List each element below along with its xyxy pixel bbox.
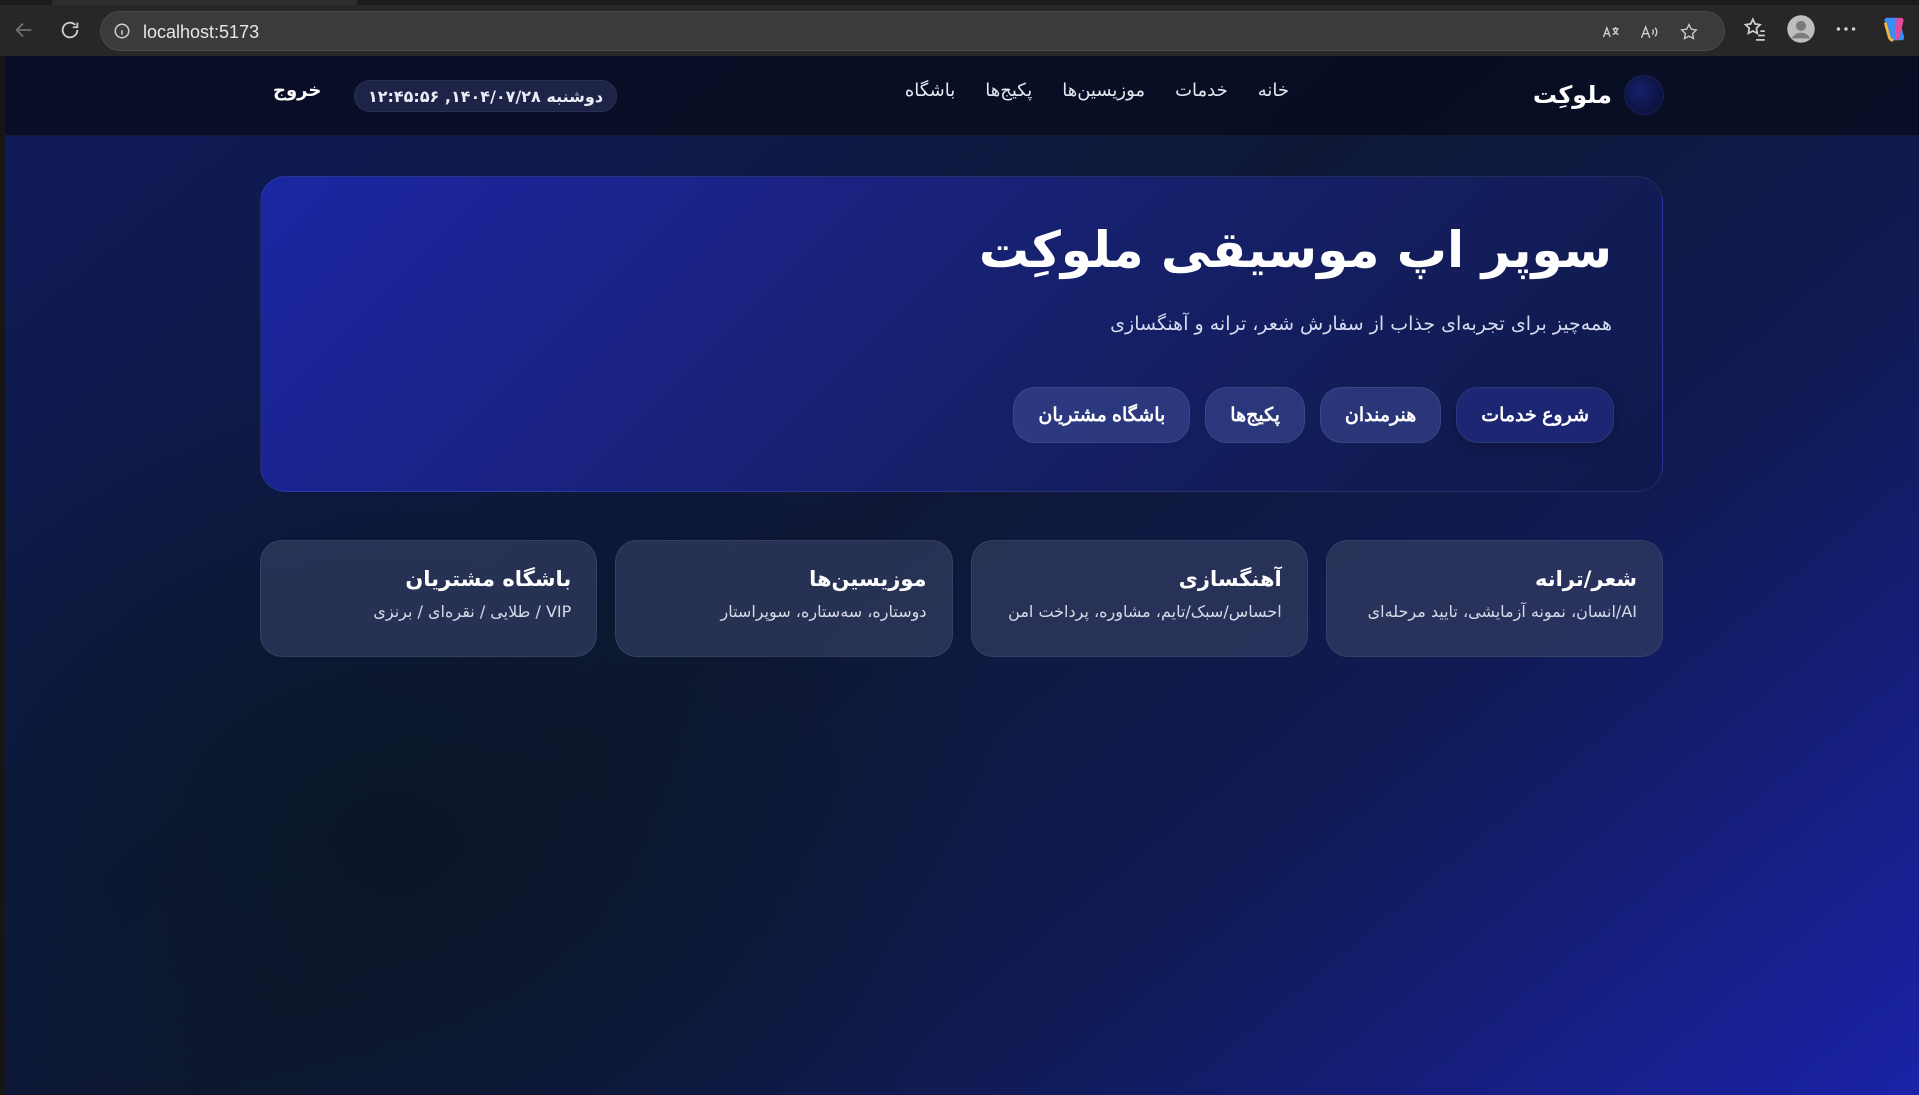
hero-banner: سوپر اپ موسیقی ملوکِت همه‌چیز برای تجربه…	[260, 176, 1663, 492]
browser-toolbar: localhost:5173	[0, 0, 1919, 56]
card-description: دوستاره، سه‌ستاره، سوپراستار	[720, 602, 927, 621]
card-description: احساس/سبک/تایم، مشاوره، پرداخت امن	[1008, 602, 1282, 621]
packages-button[interactable]: پکیج‌ها	[1205, 387, 1305, 443]
active-tab[interactable]	[52, 0, 357, 5]
logout-link[interactable]: خروج	[273, 80, 321, 101]
datetime-badge: دوشنبه ۱۴۰۴/۰۷/۲۸, ۱۲:۴۵:۵۶	[354, 80, 617, 112]
refresh-button[interactable]	[54, 14, 86, 46]
nav-link-club[interactable]: باشگاه	[905, 80, 955, 101]
start-services-button[interactable]: شروع خدمات	[1456, 387, 1614, 443]
favorites-icon[interactable]	[1742, 16, 1768, 42]
site-info-icon[interactable]	[113, 22, 131, 40]
back-arrow-icon	[15, 22, 32, 38]
hero-title: سوپر اپ موسیقی ملوکِت	[978, 221, 1612, 279]
nav-link-services[interactable]: خدمات	[1175, 80, 1228, 101]
nav-link-musicians[interactable]: موزیسین‌ها	[1062, 80, 1145, 101]
tab-strip	[0, 0, 1919, 5]
card-title: موزیسین‌ها	[809, 567, 927, 591]
hero-subtitle: همه‌چیز برای تجربه‌ای جذاب از سفارش شعر،…	[1110, 313, 1612, 335]
copilot-icon[interactable]	[1879, 14, 1909, 44]
artists-button[interactable]: هنرمندان	[1319, 387, 1442, 443]
nav-link-packages[interactable]: پکیج‌ها	[985, 80, 1032, 101]
feature-cards: شعر/ترانه AI/انسان، نمونه آزمایشی، تایید…	[260, 540, 1663, 657]
main-nav: خانه خدمات موزیسین‌ها پکیج‌ها باشگاه	[905, 80, 1289, 101]
hero-actions: شروع خدمات هنرمندان پکیج‌ها باشگاه مشتری…	[1013, 387, 1614, 443]
card-description: AI/انسان، نمونه آزمایشی، تایید مرحله‌ای	[1367, 602, 1637, 621]
url-text[interactable]: localhost:5173	[143, 22, 259, 43]
app-page: ملوکِت خانه خدمات موزیسین‌ها پکیج‌ها باش…	[5, 56, 1919, 1095]
card-title: آهنگسازی	[1178, 567, 1282, 591]
feature-card-composing[interactable]: آهنگسازی احساس/سبک/تایم، مشاوره، پرداخت …	[970, 540, 1308, 657]
read-aloud-icon[interactable]	[1639, 22, 1659, 42]
card-description: VIP / طلایی / نقره‌ای / برنزی	[373, 602, 572, 621]
feature-card-lyrics[interactable]: شعر/ترانه AI/انسان، نمونه آزمایشی، تایید…	[1325, 540, 1663, 657]
brand[interactable]: ملوکِت	[1533, 74, 1664, 116]
brand-logo-icon	[1624, 75, 1664, 115]
card-title: شعر/ترانه	[1534, 567, 1637, 591]
customer-club-button[interactable]: باشگاه مشتریان	[1013, 387, 1191, 443]
feature-card-customer-club[interactable]: باشگاه مشتریان VIP / طلایی / نقره‌ای / ب…	[260, 540, 598, 657]
refresh-icon	[61, 21, 79, 39]
translate-icon[interactable]	[1601, 22, 1621, 42]
profile-avatar-icon[interactable]	[1786, 14, 1816, 44]
back-button[interactable]	[8, 14, 40, 46]
address-bar[interactable]: localhost:5173	[100, 11, 1725, 51]
more-options-icon[interactable]	[1833, 16, 1859, 42]
brand-name: ملوکِت	[1532, 81, 1612, 109]
favorite-star-icon[interactable]	[1679, 22, 1699, 42]
nav-link-home[interactable]: خانه	[1258, 80, 1289, 101]
feature-card-musicians[interactable]: موزیسین‌ها دوستاره، سه‌ستاره، سوپراستار	[615, 540, 953, 657]
card-title: باشگاه مشتریان	[405, 567, 572, 591]
site-header: ملوکِت خانه خدمات موزیسین‌ها پکیج‌ها باش…	[5, 56, 1919, 136]
